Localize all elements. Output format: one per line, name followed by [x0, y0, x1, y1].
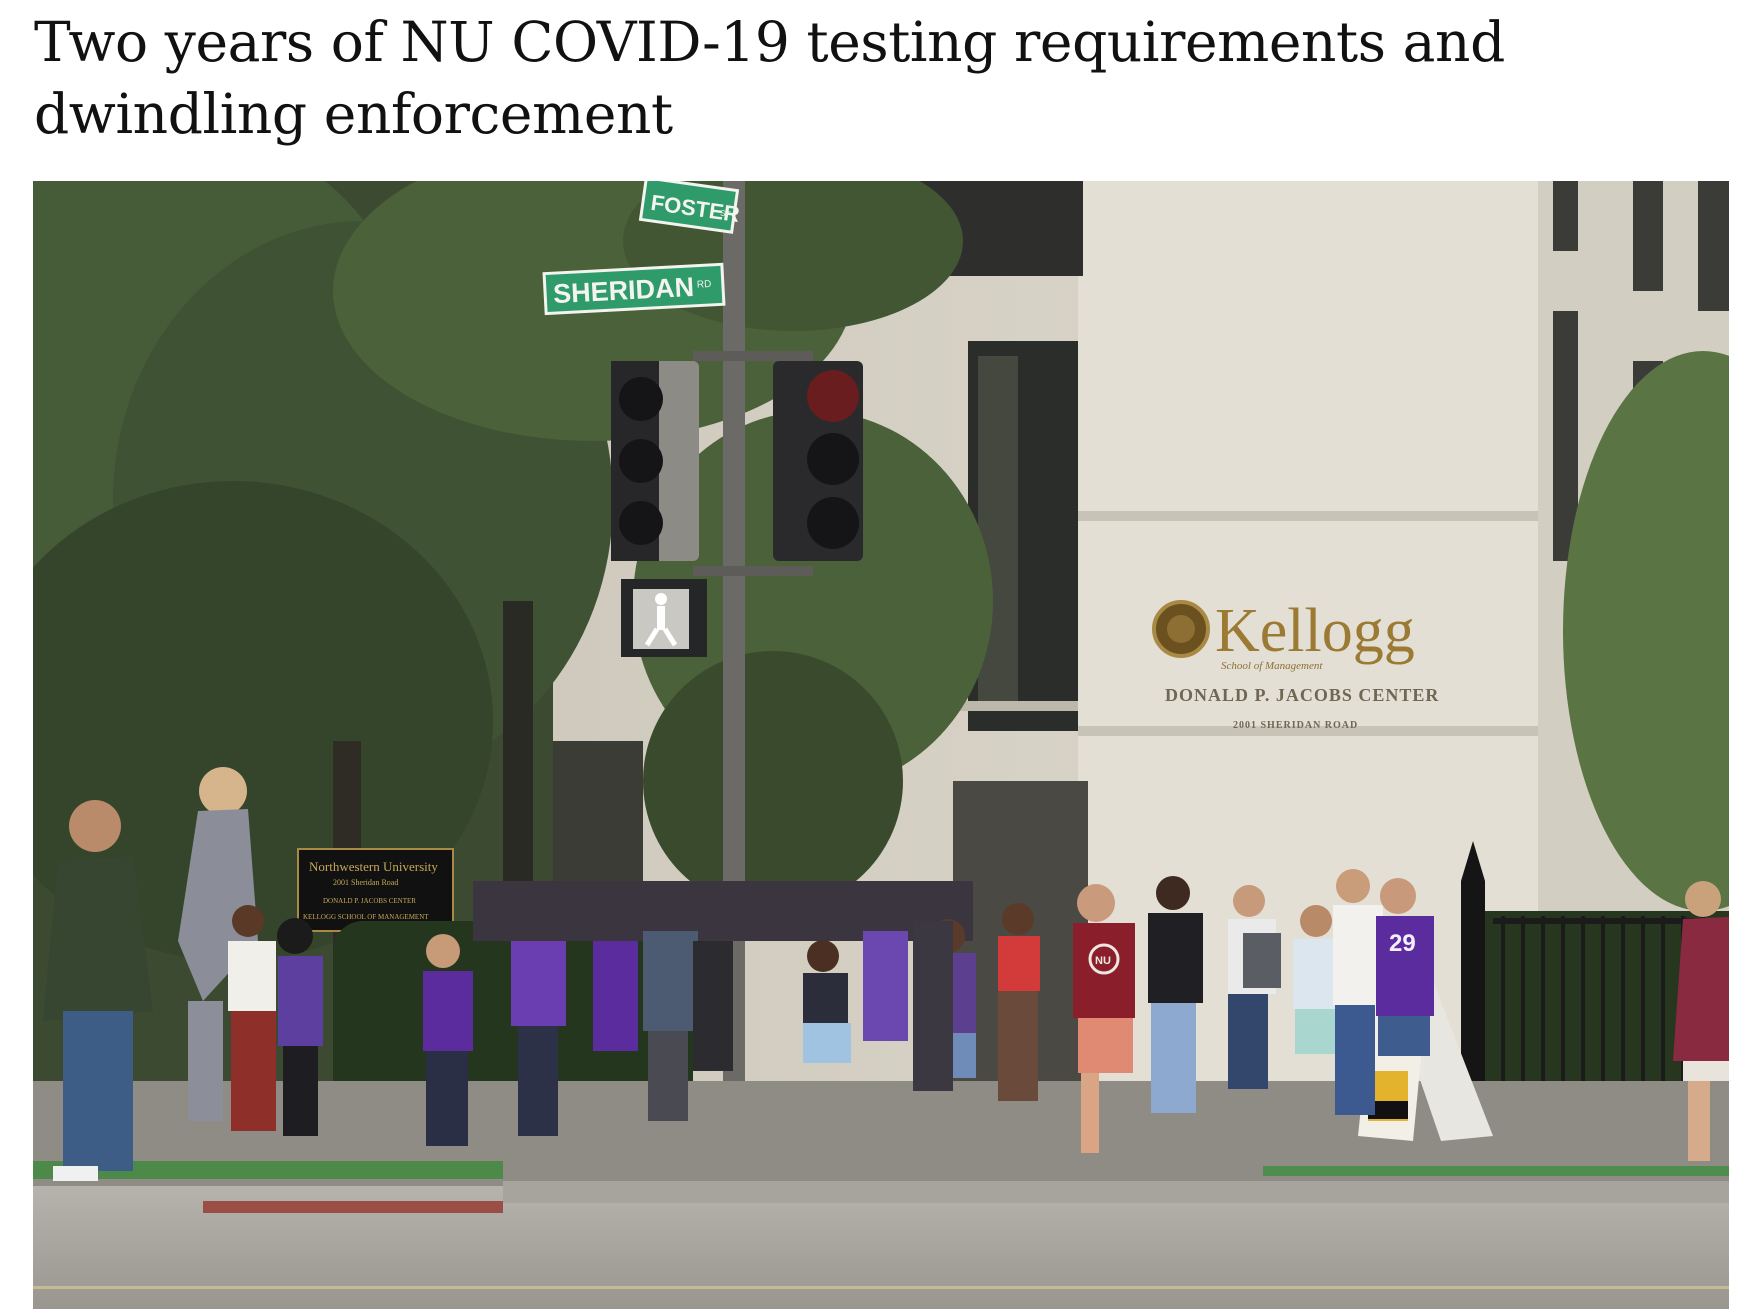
svg-text:KELLOGG SCHOOL OF MANAGEMENT: KELLOGG SCHOOL OF MANAGEMENT [303, 913, 429, 921]
jersey-number: 29 [1389, 930, 1416, 957]
svg-text:DONALD P. JACOBS CENTER: DONALD P. JACOBS CENTER [323, 897, 416, 905]
svg-text:ST: ST [720, 208, 731, 218]
kellogg-subtitle: School of Management [1221, 660, 1323, 672]
northwestern-ground-sign: Northwestern University 2001 Sheridan Ro… [297, 848, 454, 932]
article-headline: Two years of NU COVID-19 testing require… [34, 10, 1505, 146]
article-photo: Kellogg School of Management DONALD P. J… [33, 181, 1729, 1309]
red-signal-lamp [807, 370, 859, 422]
traffic-light-left [611, 361, 699, 561]
kellogg-wordmark: Kellogg [1215, 597, 1415, 665]
svg-text:Northwestern University: Northwestern University [309, 859, 438, 874]
svg-text:NU: NU [1095, 955, 1111, 967]
sheridan-road-sign: SHERIDAN RD [542, 262, 726, 316]
building-address-sign: 2001 SHERIDAN ROAD [1233, 720, 1358, 731]
building-name-sign: DONALD P. JACOBS CENTER [1165, 685, 1439, 705]
svg-text:2001 Sheridan Road: 2001 Sheridan Road [333, 878, 398, 887]
svg-text:RD: RD [697, 279, 712, 291]
traffic-light-right [773, 361, 863, 561]
walk-signal [621, 579, 707, 657]
